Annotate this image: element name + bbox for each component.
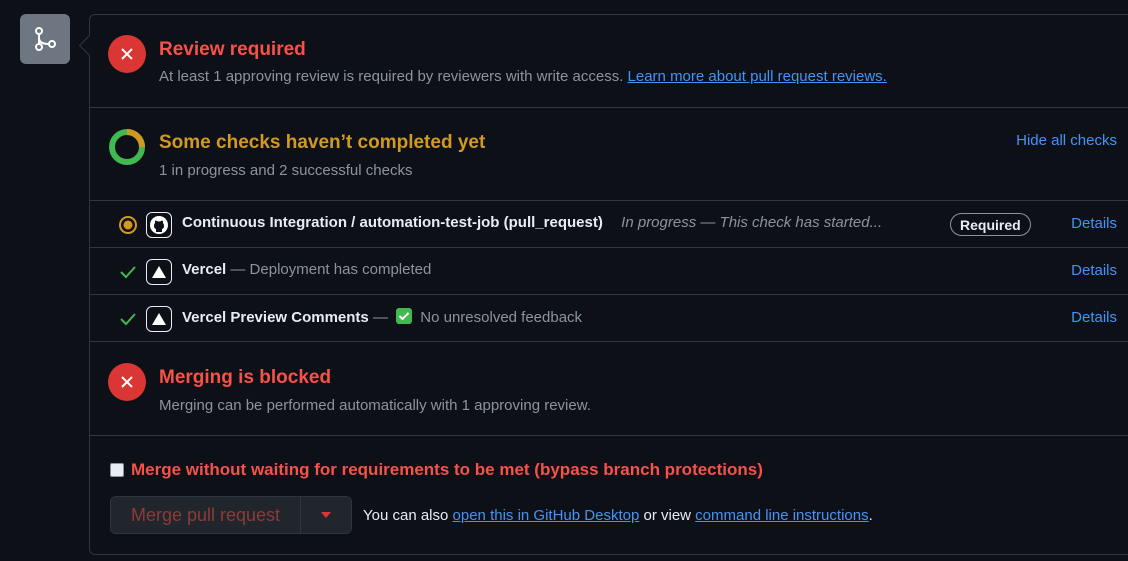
details-link[interactable]: Details [1071, 262, 1117, 279]
bypass-label[interactable]: Merge without waiting for requirements t… [131, 460, 763, 480]
in-progress-dot-icon [118, 215, 138, 235]
checks-section: Some checks haven’t completed yet 1 in p… [90, 108, 1128, 201]
check-name-text: Vercel Preview Comments [182, 309, 369, 326]
check-name-text: Continuous Integration / automation-test… [182, 214, 603, 231]
required-badge: Required [950, 213, 1031, 236]
merging-blocked-subtitle: Merging can be performed automatically w… [159, 397, 591, 414]
review-required-section: Review required At least 1 approving rev… [90, 15, 1128, 108]
check-icon [118, 262, 138, 282]
check-row: Vercel Preview Comments — No unresolved … [90, 295, 1128, 342]
merge-box: Review required At least 1 approving rev… [89, 14, 1128, 555]
merge-method-dropdown[interactable] [301, 497, 351, 533]
check-description: No unresolved feedback [420, 309, 583, 326]
learn-more-link[interactable]: Learn more about pull request reviews. [628, 68, 887, 85]
bypass-option: Merge without waiting for requirements t… [110, 460, 763, 480]
merging-blocked-title: Merging is blocked [159, 367, 332, 388]
github-desktop-link[interactable]: open this in GitHub Desktop [453, 507, 640, 524]
review-required-subtitle: At least 1 approving review is required … [159, 68, 887, 85]
details-link[interactable]: Details [1071, 215, 1117, 232]
merge-pull-request-button[interactable]: Merge pull request [111, 497, 301, 533]
check-mark-box-icon [396, 308, 413, 324]
command-line-instructions-link[interactable]: command line instructions [695, 507, 868, 524]
x-circle-icon [108, 35, 146, 73]
triangle-down-icon [321, 512, 331, 518]
hide-all-checks-link[interactable]: Hide all checks [1016, 132, 1117, 149]
pending-ring-icon [108, 128, 146, 171]
details-link[interactable]: Details [1071, 309, 1117, 326]
review-required-text: At least 1 approving review is required … [159, 68, 624, 85]
merge-alternatives-note: You can also open this in GitHub Desktop… [363, 507, 873, 524]
check-name: Vercel Preview Comments — No unresolved … [182, 308, 582, 326]
check-description: In progress — This check has started... [621, 214, 883, 231]
vercel-app-icon [146, 259, 172, 285]
note-prefix: You can also [363, 507, 449, 524]
git-branch-icon [20, 14, 70, 64]
review-required-title: Review required [159, 39, 306, 60]
checks-title: Some checks haven’t completed yet [159, 132, 486, 153]
check-row: Vercel — Deployment has completed Detail… [90, 248, 1128, 295]
bypass-checkbox[interactable] [110, 463, 124, 477]
x-circle-icon [108, 363, 146, 401]
vercel-app-icon [146, 306, 172, 332]
check-description: — Deployment has completed [230, 261, 432, 278]
note-middle: or view [643, 507, 691, 524]
check-name: Continuous Integration / automation-test… [182, 214, 882, 231]
check-icon [118, 309, 138, 329]
merge-button-group: Merge pull request [110, 496, 352, 534]
checks-subtitle: 1 in progress and 2 successful checks [159, 162, 413, 179]
check-row: Continuous Integration / automation-test… [90, 201, 1128, 248]
check-name: Vercel — Deployment has completed [182, 261, 431, 278]
merging-blocked-section: Merging is blocked Merging can be perfor… [90, 343, 1128, 436]
check-name-text: Vercel [182, 261, 227, 278]
note-suffix: . [868, 507, 873, 524]
github-app-icon [146, 212, 172, 238]
check-description-prefix: — [372, 309, 388, 326]
